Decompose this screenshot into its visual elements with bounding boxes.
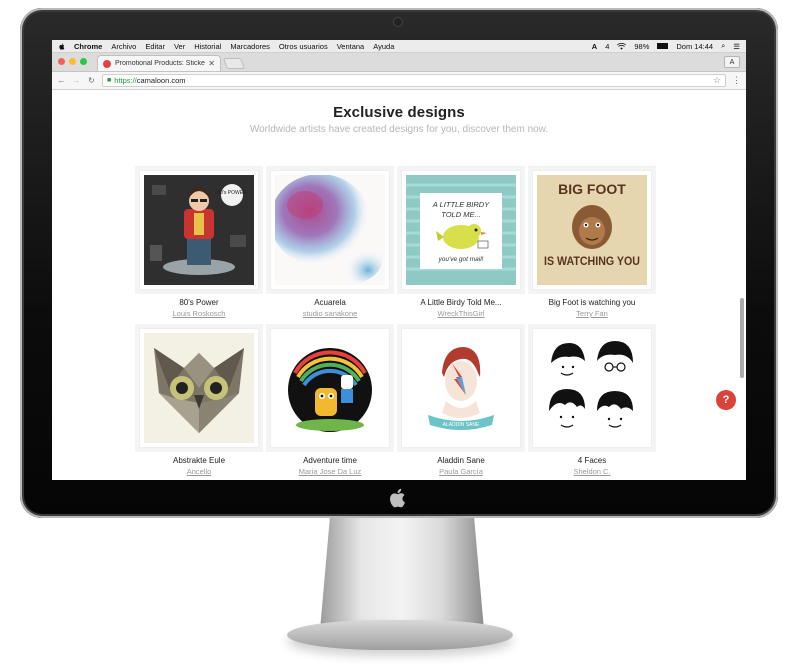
- design-title[interactable]: Acuarela: [270, 298, 390, 307]
- battery-percent: 98%: [634, 41, 650, 51]
- design-card[interactable]: Acuarela studio sanakone: [270, 170, 390, 318]
- birdy-line2-text: TOLD ME...: [441, 210, 480, 219]
- design-thumbnail[interactable]: [270, 328, 390, 448]
- window-controls: [58, 52, 87, 71]
- menu-archivo[interactable]: Archivo: [111, 42, 136, 51]
- screen: Chrome Archivo Editar Ver Historial Marc…: [52, 40, 746, 480]
- menu-ventana[interactable]: Ventana: [337, 42, 365, 51]
- menu-ver[interactable]: Ver: [174, 42, 185, 51]
- design-thumbnail[interactable]: A LITTLE BIRDY TOLD ME... you've got mai…: [401, 170, 521, 290]
- little-birdy-artwork: A LITTLE BIRDY TOLD ME... you've got mai…: [406, 175, 516, 285]
- design-author-link[interactable]: WreckThisGirl: [401, 309, 521, 318]
- spotlight-search-icon[interactable]: ⌕: [721, 41, 725, 51]
- design-card[interactable]: 4 Faces Sheldon C.: [532, 328, 652, 476]
- birdy-line1-text: A LITTLE BIRDY: [432, 200, 490, 209]
- mac-menu-bar: Chrome Archivo Editar Ver Historial Marc…: [52, 40, 746, 53]
- tab-promotional-products[interactable]: Promotional Products: Sticke ✕: [97, 55, 221, 71]
- menu-marcadores[interactable]: Marcadores: [230, 42, 270, 51]
- browser-toolbar: ← → ↻ ■ https:// camaloon.com ☆ ⋮: [52, 72, 746, 90]
- status-area: A 4 98% Dom 14:44 ⌕ ☰: [592, 41, 740, 51]
- page-scrollbar[interactable]: [740, 298, 744, 378]
- notification-center-icon[interactable]: ☰: [733, 42, 740, 51]
- address-bar[interactable]: ■ https:// camaloon.com ☆: [102, 74, 726, 87]
- design-author-link[interactable]: Sheldon C.: [532, 467, 652, 476]
- new-tab-button[interactable]: [222, 58, 246, 69]
- eighties-power-artwork: 80's POWER: [144, 175, 254, 285]
- design-card[interactable]: 80's POWER 80's Power Louis Roskosch: [139, 170, 259, 318]
- design-card[interactable]: Abstrakte Eule Ancello: [139, 328, 259, 476]
- design-title[interactable]: Aladdin Sane: [401, 456, 521, 465]
- design-card[interactable]: Adventure time Maria Jose Da Luz: [270, 328, 390, 476]
- tab-title: Promotional Products: Sticke: [115, 60, 205, 67]
- design-thumbnail[interactable]: [532, 328, 652, 448]
- menu-ayuda[interactable]: Ayuda: [373, 42, 394, 51]
- design-thumbnail[interactable]: 80's POWER: [139, 170, 259, 290]
- design-title[interactable]: 4 Faces: [532, 456, 652, 465]
- battery-icon[interactable]: [657, 43, 669, 49]
- profile-button[interactable]: A: [724, 56, 740, 68]
- tab-close-icon[interactable]: ✕: [208, 59, 215, 68]
- menu-editar[interactable]: Editar: [145, 42, 165, 51]
- design-author-link[interactable]: Terry Fan: [532, 309, 652, 318]
- aladdin-ribbon-text: ALADDIN SANE: [443, 422, 480, 428]
- four-faces-artwork: [537, 333, 647, 443]
- design-thumbnail[interactable]: BIG FOOT IS WATCHING YOU: [532, 170, 652, 290]
- adventure-time-artwork: [275, 333, 385, 443]
- bookmark-star-icon[interactable]: ☆: [713, 75, 721, 86]
- browser-menu-icon[interactable]: ⋮: [732, 75, 741, 86]
- bigfoot-top-text: BIG FOOT: [558, 181, 626, 197]
- design-author-link[interactable]: Paula García: [401, 467, 521, 476]
- minimize-window-icon[interactable]: [69, 58, 76, 65]
- help-button[interactable]: ?: [716, 390, 736, 410]
- url-scheme: https://: [114, 76, 137, 85]
- tab-strip: Promotional Products: Sticke ✕ A: [52, 53, 746, 72]
- aladdin-sane-artwork: ALADDIN SANE: [406, 333, 516, 443]
- menu-otros-usuarios[interactable]: Otros usuarios: [279, 42, 328, 51]
- clock[interactable]: Dom 14:44: [676, 42, 713, 51]
- acuarela-artwork: [275, 175, 385, 285]
- bigfoot-bottom-text: IS WATCHING YOU: [544, 256, 640, 268]
- design-thumbnail[interactable]: ALADDIN SANE: [401, 328, 521, 448]
- design-title[interactable]: Abstrakte Eule: [139, 456, 259, 465]
- close-window-icon[interactable]: [58, 58, 65, 65]
- maximize-window-icon[interactable]: [80, 58, 87, 65]
- webcam: [394, 18, 402, 26]
- page-content: Exclusive designs Worldwide artists have…: [52, 90, 746, 476]
- monitor-stand-base: [287, 620, 513, 650]
- menu-chrome[interactable]: Chrome: [74, 42, 102, 51]
- design-title[interactable]: 80's Power: [139, 298, 259, 307]
- design-card[interactable]: BIG FOOT IS WATCHING YOU Big Foot is wat…: [532, 170, 652, 318]
- birdy-line3-text: you've got mail!: [438, 256, 484, 263]
- adobe-icon[interactable]: A: [592, 42, 597, 51]
- abstrakte-eule-artwork: [144, 333, 254, 443]
- design-thumbnail[interactable]: [139, 328, 259, 448]
- monitor-stand: [320, 518, 484, 630]
- menu-historial[interactable]: Historial: [194, 42, 221, 51]
- url-host: camaloon.com: [136, 76, 186, 85]
- design-author-link[interactable]: Louis Roskosch: [139, 309, 259, 318]
- back-arrow-icon[interactable]: ←: [57, 76, 66, 85]
- design-title[interactable]: Big Foot is watching you: [532, 298, 652, 307]
- lock-icon[interactable]: ■: [107, 77, 111, 84]
- big-foot-artwork: BIG FOOT IS WATCHING YOU: [537, 175, 647, 285]
- design-title[interactable]: A Little Birdy Told Me...: [401, 298, 521, 307]
- design-thumbnail[interactable]: [270, 170, 390, 290]
- reload-icon[interactable]: ↻: [87, 76, 96, 85]
- design-card[interactable]: A LITTLE BIRDY TOLD ME... you've got mai…: [401, 170, 521, 318]
- design-title[interactable]: Adventure time: [270, 456, 390, 465]
- page-title: Exclusive designs: [333, 104, 465, 121]
- apple-menu-icon[interactable]: [58, 42, 66, 51]
- page-subtitle: Worldwide artists have created designs f…: [249, 124, 549, 135]
- designs-grid: 80's POWER 80's Power Louis Roskosch Acu…: [139, 170, 659, 476]
- design-card[interactable]: ALADDIN SANE Aladdin Sane Paula García: [401, 328, 521, 476]
- design-author-link[interactable]: studio sanakone: [270, 309, 390, 318]
- apple-logo-icon: [390, 488, 405, 508]
- power-badge-text: 80's POWER: [217, 190, 247, 196]
- camaloon-favicon-icon: [103, 59, 111, 68]
- design-author-link[interactable]: Ancello: [139, 467, 259, 476]
- wifi-icon[interactable]: [617, 42, 627, 50]
- design-author-link[interactable]: Maria Jose Da Luz: [270, 467, 390, 476]
- forward-arrow-icon[interactable]: →: [72, 76, 81, 85]
- adobe-count: 4: [605, 41, 610, 51]
